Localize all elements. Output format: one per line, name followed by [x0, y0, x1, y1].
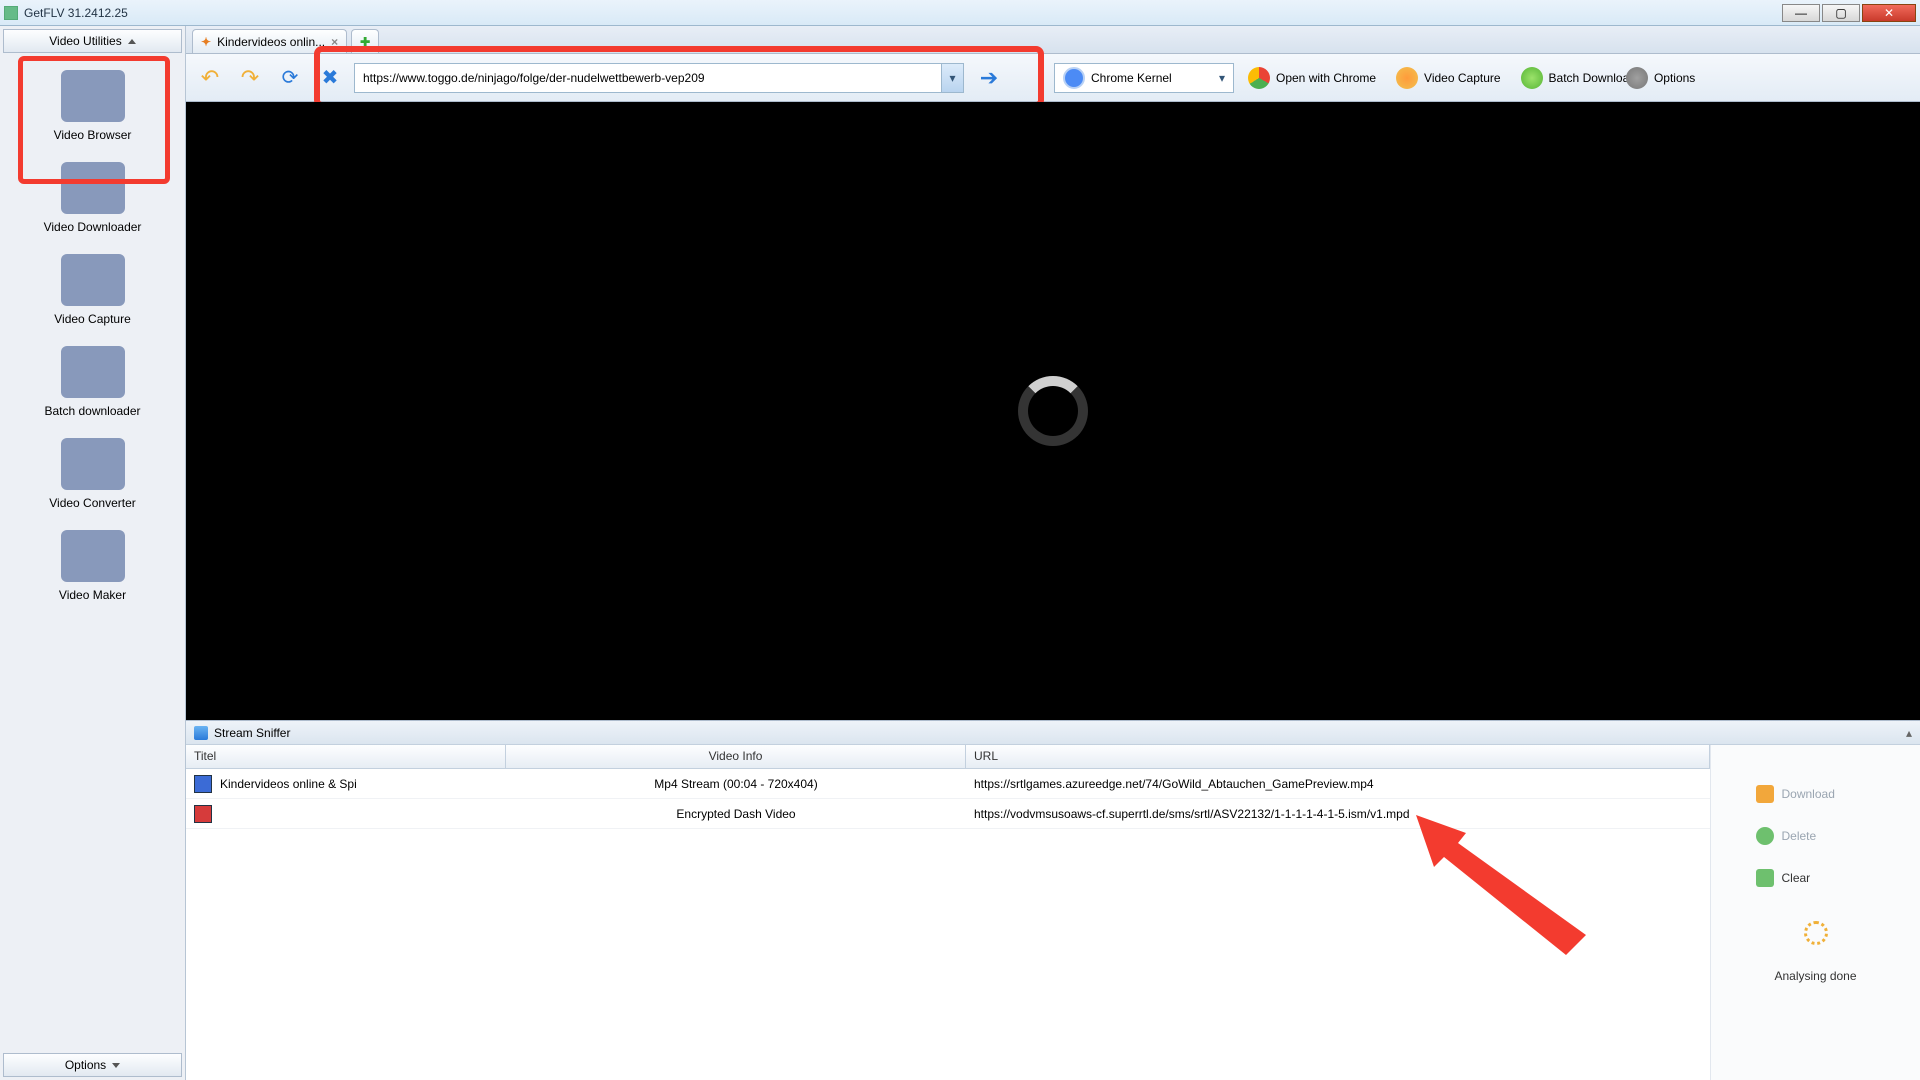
window-title: GetFLV 31.2412.25	[24, 6, 1780, 20]
cell-url: https://srtlgames.azureedge.net/74/GoWil…	[966, 777, 1710, 791]
stop-button[interactable]: ✖	[314, 62, 346, 94]
app-body: Video Utilities Video Browser Video Down…	[0, 26, 1920, 1080]
delete-icon	[1756, 827, 1774, 845]
tab-strip: ✦ Kindervideos onlin... × ✚	[186, 26, 1920, 54]
left-footer[interactable]: Options	[3, 1053, 182, 1077]
close-button[interactable]: ✕	[1862, 4, 1916, 22]
download-icon	[1756, 785, 1774, 803]
sidebar-item-video-maker[interactable]: Video Maker	[13, 518, 173, 610]
left-panel: Video Utilities Video Browser Video Down…	[0, 26, 186, 1080]
stream-thumb-icon	[194, 805, 212, 823]
sidebar-item-label: Video Converter	[13, 496, 173, 510]
open-with-chrome-button[interactable]: Open with Chrome	[1242, 62, 1382, 94]
analysing-status: Analysing done	[1774, 969, 1856, 983]
col-titel[interactable]: Titel	[186, 745, 506, 768]
collapse-up-icon	[128, 39, 136, 44]
sniffer-icon	[194, 726, 208, 740]
cell-titel: Kindervideos online & Spi	[186, 775, 506, 793]
sidebar-item-label: Video Downloader	[13, 220, 173, 234]
tab-add-button[interactable]: ✚	[351, 29, 379, 53]
download-label: Download	[1782, 787, 1835, 801]
sidebar-tools: Video Browser Video Downloader Video Cap…	[0, 56, 185, 1050]
address-input[interactable]	[354, 63, 964, 93]
tab-active[interactable]: ✦ Kindervideos onlin... ×	[192, 29, 347, 53]
video-converter-icon	[61, 438, 125, 490]
video-capture-icon	[61, 254, 125, 306]
cell-info: Mp4 Stream (00:04 - 720x404)	[506, 777, 966, 791]
left-header-label: Video Utilities	[49, 34, 121, 48]
clear-button[interactable]: Clear	[1756, 869, 1876, 887]
delete-button[interactable]: Delete	[1756, 827, 1876, 845]
clear-icon	[1756, 869, 1774, 887]
batch-icon	[1521, 67, 1543, 89]
sidebar-item-label: Video Capture	[13, 312, 173, 326]
video-capture-label: Video Capture	[1424, 71, 1501, 85]
browser-toolbar: ↶ ↷ ⟳ ✖ ▾ ➔ Chrome Kernel ▾ Open with Ch…	[186, 54, 1920, 102]
sidebar-item-label: Video Maker	[13, 588, 173, 602]
options-label: Options	[1654, 71, 1695, 85]
titlebar: GetFLV 31.2412.25 — ▢ ✕	[0, 0, 1920, 26]
minimize-button[interactable]: —	[1782, 4, 1820, 22]
expand-down-icon	[112, 1063, 120, 1068]
left-footer-label: Options	[65, 1058, 106, 1072]
tab-favicon-icon: ✦	[201, 35, 211, 49]
stream-sniffer-panel: Stream Sniffer ▴ Titel Video Info URL Ki…	[186, 720, 1920, 1080]
capture-icon	[1396, 67, 1418, 89]
back-button[interactable]: ↶	[194, 62, 226, 94]
app-icon	[4, 6, 18, 20]
tab-label: Kindervideos onlin...	[217, 35, 325, 49]
video-maker-icon	[61, 530, 125, 582]
forward-button[interactable]: ↷	[234, 62, 266, 94]
chrome-color-icon	[1248, 67, 1270, 89]
gear-icon	[1626, 67, 1648, 89]
right-area: ✦ Kindervideos onlin... × ✚ ↶ ↷ ⟳ ✖ ▾ ➔ …	[186, 26, 1920, 1080]
highlight-box-sidebar	[18, 56, 170, 184]
delete-label: Delete	[1782, 829, 1817, 843]
analysing-spinner-icon	[1804, 921, 1828, 945]
sniffer-header: Stream Sniffer ▴	[186, 721, 1920, 745]
download-button[interactable]: Download	[1756, 785, 1876, 803]
grid-header: Titel Video Info URL	[186, 745, 1710, 769]
address-bar-wrap: ▾	[354, 63, 964, 93]
go-button[interactable]: ➔	[972, 63, 1006, 93]
col-url[interactable]: URL	[966, 745, 1710, 768]
cell-titel	[186, 805, 506, 823]
cell-titel-text: Kindervideos online & Spi	[220, 777, 357, 791]
grid-row[interactable]: Kindervideos online & Spi Mp4 Stream (00…	[186, 769, 1710, 799]
sidebar-item-video-capture[interactable]: Video Capture	[13, 242, 173, 334]
kernel-selector[interactable]: Chrome Kernel ▾	[1054, 63, 1234, 93]
browser-viewport	[186, 102, 1920, 720]
open-chrome-label: Open with Chrome	[1276, 71, 1376, 85]
sniffer-actions: Download Delete Clear Analysing done	[1710, 745, 1920, 1080]
chevron-down-icon: ▾	[1219, 71, 1225, 85]
options-button[interactable]: Options	[1620, 62, 1701, 94]
sidebar-item-label: Batch downloader	[13, 404, 173, 418]
sniffer-title: Stream Sniffer	[214, 726, 290, 740]
sniffer-grid: Titel Video Info URL Kindervideos online…	[186, 745, 1710, 1080]
sniffer-collapse-icon[interactable]: ▴	[1906, 726, 1912, 740]
clear-label: Clear	[1782, 871, 1811, 885]
cell-info: Encrypted Dash Video	[506, 807, 966, 821]
col-info[interactable]: Video Info	[506, 745, 966, 768]
video-capture-button[interactable]: Video Capture	[1390, 62, 1507, 94]
sidebar-item-batch-downloader[interactable]: Batch downloader	[13, 334, 173, 426]
plus-icon: ✚	[360, 35, 370, 49]
stream-thumb-icon	[194, 775, 212, 793]
kernel-label: Chrome Kernel	[1091, 71, 1172, 85]
address-dropdown-button[interactable]: ▾	[941, 64, 963, 92]
sidebar-item-video-converter[interactable]: Video Converter	[13, 426, 173, 518]
refresh-button[interactable]: ⟳	[274, 62, 306, 94]
loading-spinner-icon	[1018, 376, 1088, 446]
sniffer-body: Titel Video Info URL Kindervideos online…	[186, 745, 1920, 1080]
maximize-button[interactable]: ▢	[1822, 4, 1860, 22]
chrome-icon	[1063, 67, 1085, 89]
tab-close-icon[interactable]: ×	[331, 35, 338, 49]
left-header[interactable]: Video Utilities	[3, 29, 182, 53]
annotation-arrow-icon	[1416, 815, 1616, 955]
batch-downloader-icon	[61, 346, 125, 398]
